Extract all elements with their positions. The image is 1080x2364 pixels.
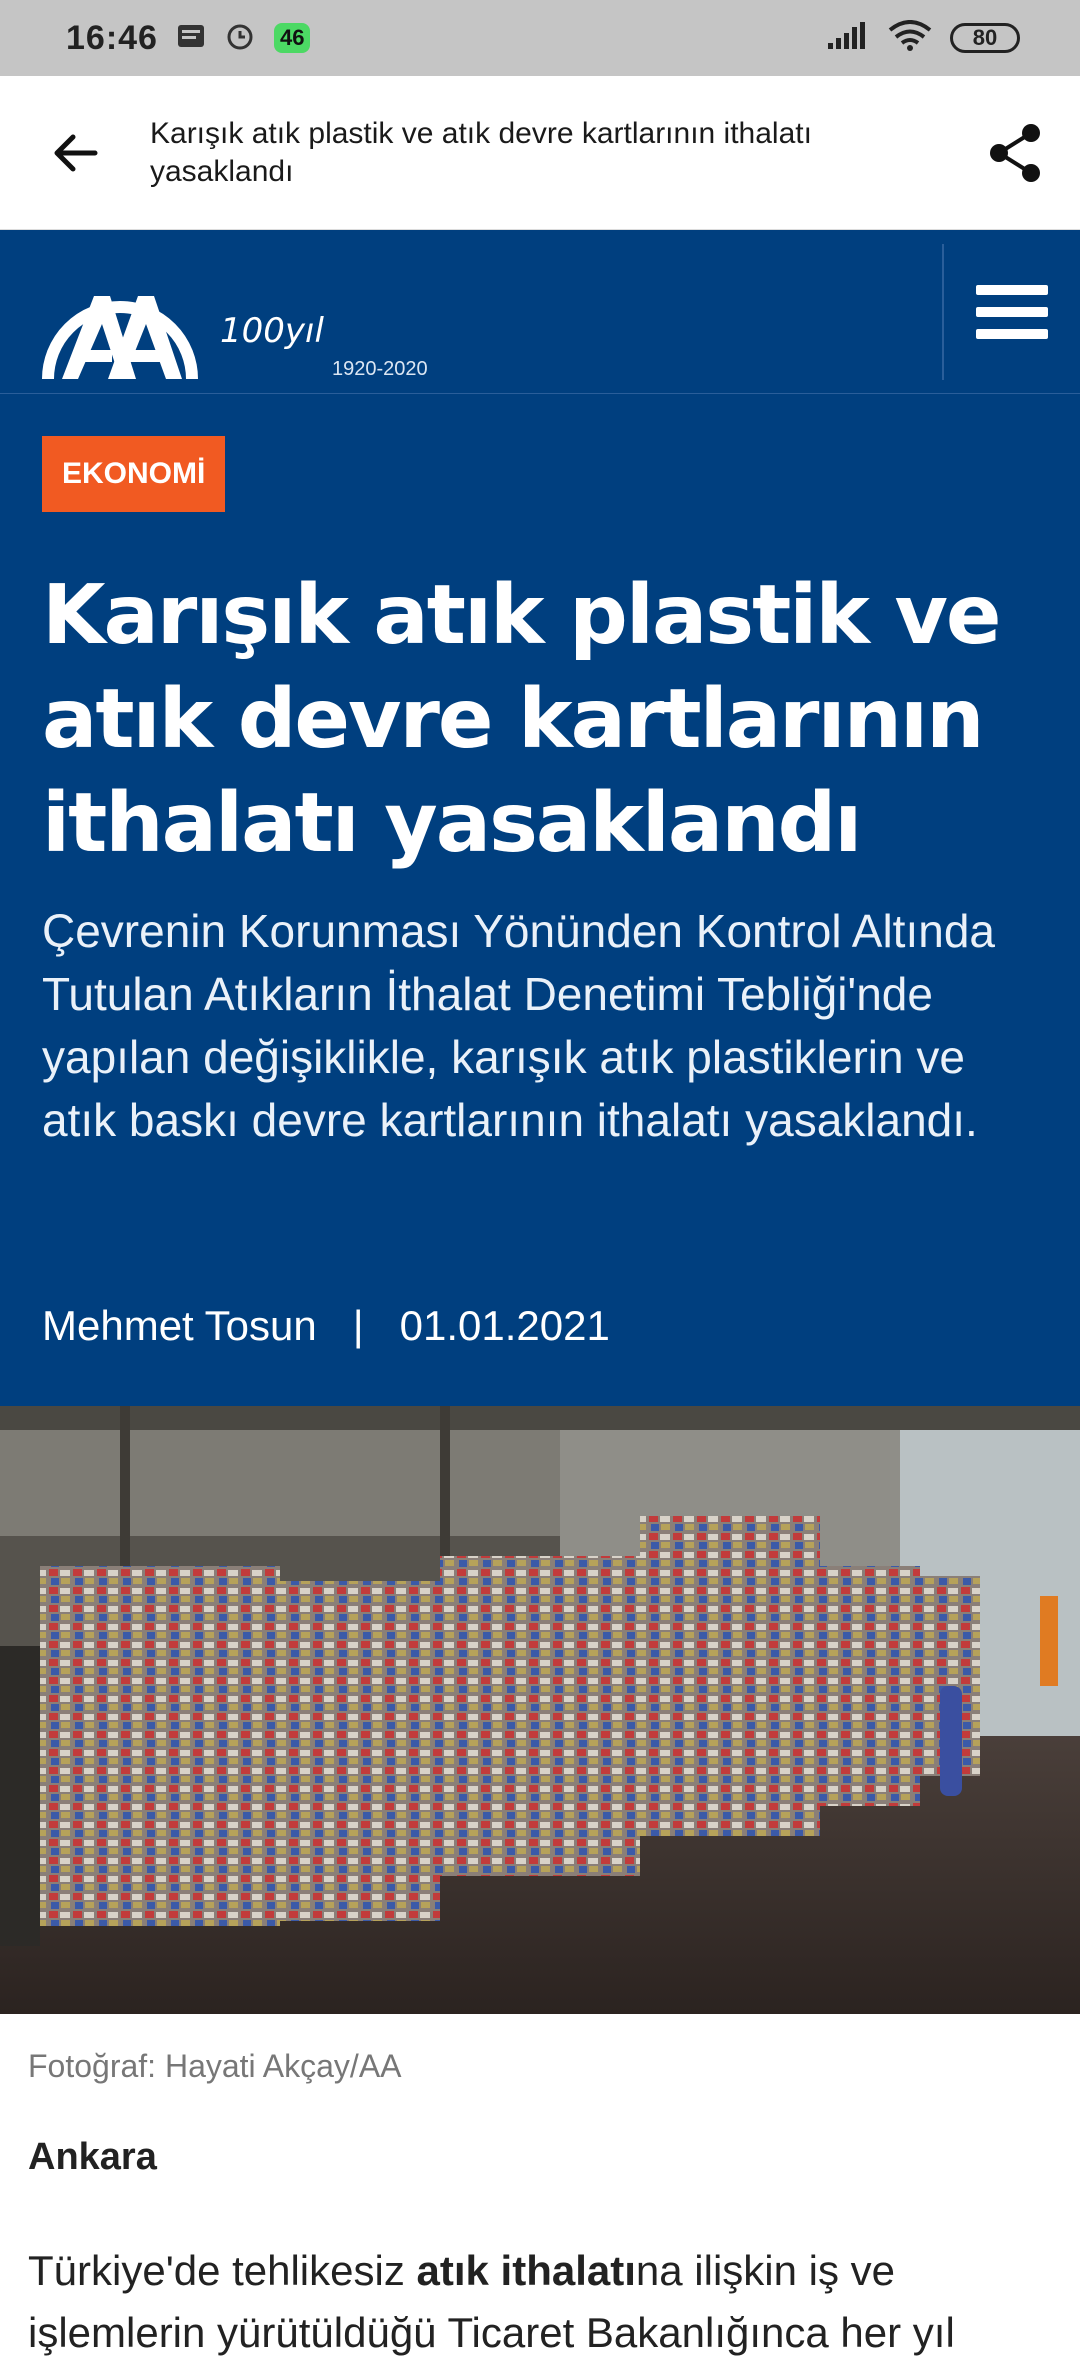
battery-icon: 80 — [950, 23, 1020, 53]
photo-caption: Fotoğraf: Hayati Akçay/AA — [28, 2048, 402, 2084]
article-headline: Karışık atık plastik ve atık devre kartl… — [42, 568, 1002, 871]
publish-date: 01.01.2021 — [399, 1302, 610, 1349]
notification-icon — [176, 23, 206, 54]
clock: 16:46 — [66, 18, 158, 57]
author: Mehmet Tosun — [42, 1302, 317, 1349]
site-header: 100yıl 1920-2020 — [0, 230, 1080, 394]
byline-separator: | — [352, 1302, 364, 1349]
back-button[interactable] — [0, 76, 150, 230]
app-bar-title: Karışık atık plastik ve atık devre kartl… — [150, 116, 812, 188]
anniversary-years: 1920-2020 — [332, 358, 428, 380]
wifi-icon — [888, 19, 932, 57]
article-body: Türkiye'de tehlikesiz atık ithalatına il… — [28, 2240, 1058, 2364]
share-icon — [990, 123, 1040, 182]
anniversary-mark: 100yıl 1920-2020 — [220, 290, 428, 380]
body-text-part-1: Türkiye'de tehlikesiz — [28, 2247, 417, 2294]
anniversary-word: yıl — [284, 311, 324, 351]
byline: Mehmet Tosun | 01.01.2021 — [42, 1302, 610, 1350]
dateline-city: Ankara — [28, 2136, 157, 2178]
aa-logo[interactable] — [40, 254, 200, 384]
signal-icon — [826, 21, 870, 56]
body-link[interactable]: atık ithalatı — [417, 2247, 636, 2294]
article-photo[interactable] — [0, 1406, 1080, 2014]
category-badge[interactable]: EKONOMİ — [42, 436, 226, 512]
hamburger-menu-button[interactable] — [944, 230, 1080, 394]
arrow-left-icon — [54, 134, 98, 171]
article-summary: Çevrenin Korunması Yönünden Kontrol Altı… — [42, 905, 995, 1146]
hamburger-menu-icon — [976, 285, 1048, 295]
article-hero: 100yıl 1920-2020 EKONOMİ Karışık atık pl… — [0, 230, 1080, 1406]
alarm-icon — [224, 20, 256, 57]
notification-badge: 46 — [273, 23, 311, 53]
anniversary-number: 100 — [220, 311, 285, 351]
app-bar: Karışık atık plastik ve atık devre kartl… — [0, 76, 1080, 230]
status-bar: 16:46 46 80 — [0, 0, 1080, 76]
share-button[interactable] — [950, 76, 1080, 230]
